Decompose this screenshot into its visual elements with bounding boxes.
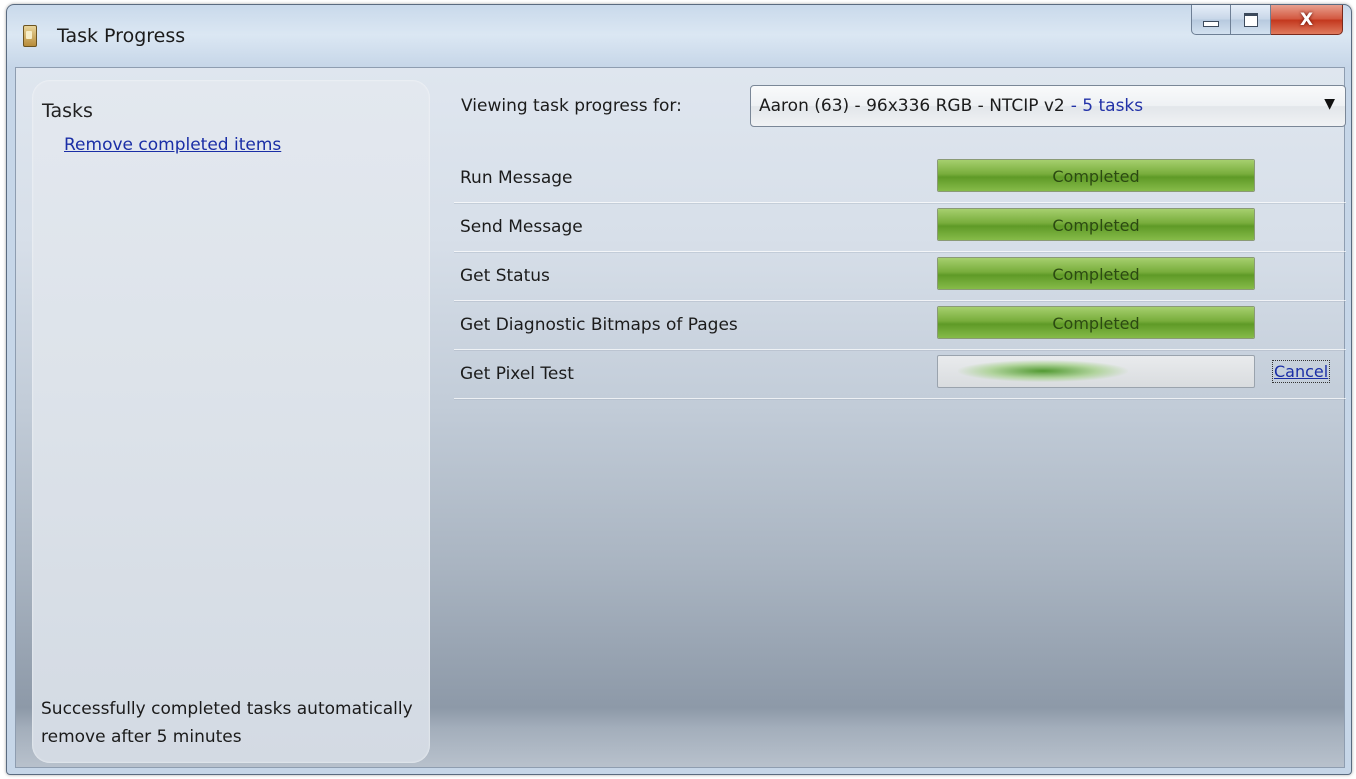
progress-pulse (958, 360, 1128, 382)
task-progress-bar: Completed (937, 159, 1255, 192)
tasks-sidebar: Tasks Remove completed items Successfull… (32, 80, 430, 763)
window-title: Task Progress (57, 25, 186, 47)
task-name: Get Status (460, 266, 550, 286)
task-status: Completed (1052, 216, 1140, 235)
auto-remove-note: Successfully completed tasks automatical… (41, 699, 413, 747)
minimize-icon (1203, 20, 1219, 27)
cancel-task-link[interactable]: Cancel (1271, 360, 1331, 383)
task-row: Get Diagnostic Bitmaps of Pages Complete… (454, 301, 1346, 350)
client-area: Tasks Remove completed items Successfull… (15, 67, 1346, 768)
task-progress-window: Task Progress X Tasks Remove completed i… (6, 4, 1352, 775)
task-name: Get Pixel Test (460, 364, 574, 384)
task-progress-bar: Completed (937, 257, 1255, 290)
maximize-icon (1243, 12, 1258, 27)
maximize-button[interactable] (1231, 5, 1271, 35)
close-button[interactable]: X (1271, 5, 1343, 35)
task-progress-bar: Completed (937, 306, 1255, 339)
task-status: Completed (1052, 265, 1140, 284)
task-name: Run Message (460, 168, 573, 188)
task-row: Get Status Completed (454, 252, 1346, 301)
task-status: Completed (1052, 314, 1140, 333)
task-row: Get Pixel Test Cancel (454, 350, 1346, 399)
task-status: Completed (1052, 167, 1140, 186)
tasks-heading: Tasks (42, 100, 93, 122)
caption-buttons: X (1191, 5, 1343, 37)
task-count: - 5 tasks (1070, 96, 1144, 116)
minimize-button[interactable] (1191, 5, 1231, 35)
remove-completed-link[interactable]: Remove completed items (64, 135, 281, 155)
close-icon: X (1299, 9, 1314, 30)
device-select-value: Aaron (63) - 96x336 RGB - NTCIP v2 (759, 96, 1065, 116)
dropdown-arrow-icon: ▼ (1324, 96, 1335, 112)
task-row: Run Message Completed (454, 154, 1346, 203)
title-bar[interactable]: Task Progress X (7, 5, 1351, 65)
task-name: Get Diagnostic Bitmaps of Pages (460, 315, 738, 335)
app-icon (23, 25, 37, 47)
task-progress-bar: Completed (937, 208, 1255, 241)
task-name: Send Message (460, 217, 583, 237)
device-select[interactable]: Aaron (63) - 96x336 RGB - NTCIP v2 - 5 t… (750, 85, 1346, 127)
task-list: Run Message Completed Send Message Compl… (454, 154, 1346, 399)
task-progress-bar-indeterminate (937, 355, 1255, 388)
viewing-label: Viewing task progress for: (461, 96, 682, 116)
task-row: Send Message Completed (454, 203, 1346, 252)
